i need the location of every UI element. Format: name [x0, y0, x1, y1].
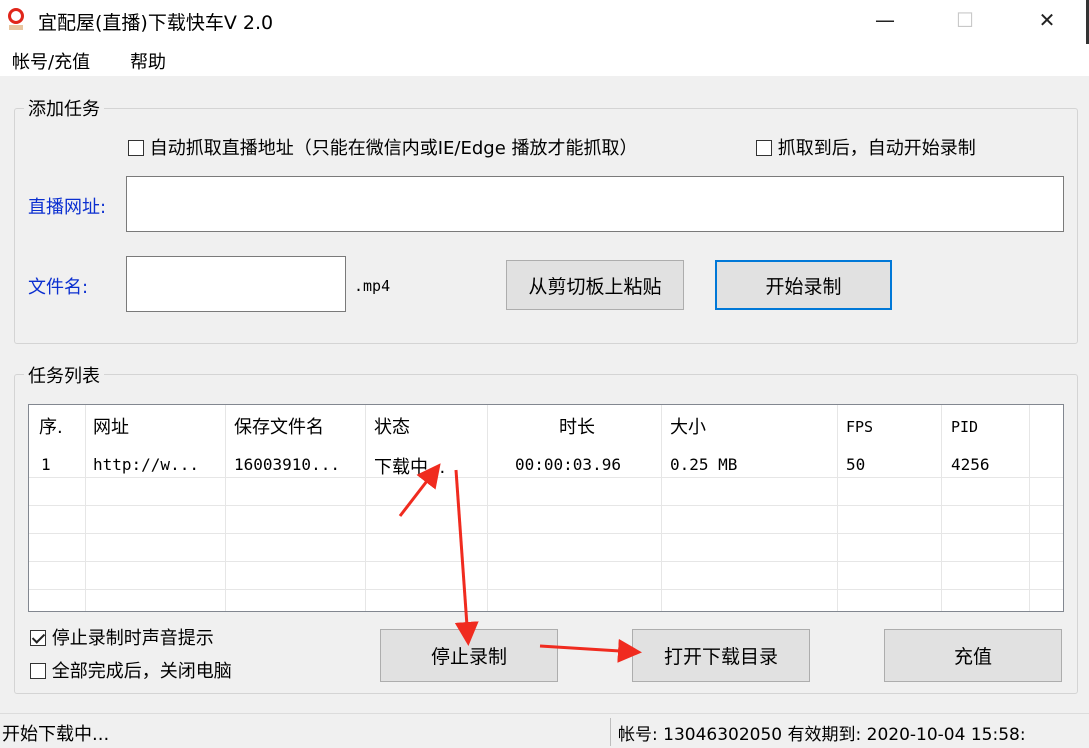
status-divider: [610, 718, 611, 746]
account-expiry-text: 帐号: 13046302050 有效期到: 2020-10-04 15:58:: [618, 725, 1026, 745]
annotation-arrow-icon: [539, 638, 642, 663]
status-bar: 开始下载中... 帐号: 13046302050 有效期到: 2020-10-0…: [0, 713, 1089, 748]
annotation-arrow-icon: [398, 463, 441, 517]
annotation-arrows: [398, 463, 642, 663]
status-text: 开始下载中...: [2, 724, 110, 745]
annotation-arrow-icon: [454, 469, 479, 646]
